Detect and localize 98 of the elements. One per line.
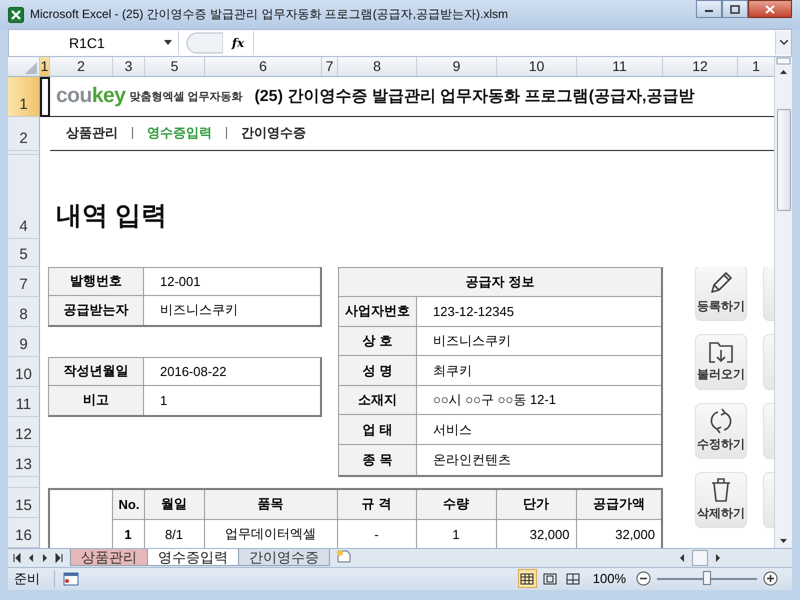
scroll-thumb[interactable]	[692, 550, 708, 566]
row-header[interactable]: 2	[8, 116, 40, 151]
row-header[interactable]: 10	[8, 356, 40, 387]
column-heading: No.	[112, 488, 144, 520]
first-sheet-icon[interactable]	[12, 552, 22, 563]
close-button[interactable]	[748, 0, 792, 18]
trash-icon	[710, 477, 732, 504]
field-value[interactable]: 비즈니스쿠키	[417, 326, 661, 356]
field-value[interactable]: 1	[144, 386, 320, 415]
field-value[interactable]: ○○시 ○○구 ○○동 12-1	[417, 386, 661, 416]
sheet-title: (25) 간이영수증 발급관리 업무자동화 프로그램(공급자,공급받	[254, 86, 694, 107]
field-value[interactable]: 온라인컨텐츠	[417, 445, 661, 475]
grid-icon	[520, 572, 534, 585]
close-icon	[765, 4, 775, 14]
field-value[interactable]: 비즈니스쿠키	[144, 296, 320, 325]
zoom-slider-thumb[interactable]	[703, 570, 711, 585]
section-heading: 내역 입력	[55, 198, 168, 232]
field-value[interactable]: 123-12-12345	[417, 297, 661, 327]
zoom-level[interactable]: 100%	[592, 571, 626, 586]
maximize-button[interactable]	[722, 0, 748, 18]
column-heading: 월일	[144, 488, 204, 520]
expand-button[interactable]	[775, 30, 791, 55]
field-label: 발행번호	[49, 268, 144, 296]
caret-icon	[164, 40, 172, 46]
maximize-icon	[730, 4, 740, 14]
logo: coukey	[56, 84, 126, 108]
row-header[interactable]: 12	[8, 416, 40, 447]
field-label: 공급받는자	[49, 296, 144, 325]
view-button[interactable]	[518, 569, 537, 588]
zoom-out-icon[interactable]	[636, 571, 651, 586]
column-header[interactable]: 7	[322, 56, 338, 76]
insert-function-button[interactable]: fx	[223, 36, 253, 50]
field-value[interactable]: 2016-08-22	[144, 358, 320, 386]
column-header[interactable]: 11	[577, 56, 663, 76]
macro-record-icon[interactable]	[63, 572, 79, 586]
action-button[interactable]: 불러오기	[695, 334, 747, 390]
column-header[interactable]: 12	[663, 56, 738, 76]
table-header: 공급자 정보	[339, 268, 661, 298]
field-label: 성 명	[339, 356, 417, 386]
column-header[interactable]: 1	[40, 56, 50, 76]
name-box[interactable]: R1C1	[9, 30, 179, 55]
column-header[interactable]: 10	[497, 56, 577, 76]
field-value[interactable]: 12-001	[144, 268, 320, 296]
column-header[interactable]: 2	[50, 56, 113, 76]
column-header[interactable]: 5	[145, 56, 205, 76]
field-label: 상 호	[339, 326, 417, 356]
column-header[interactable]: 3	[113, 56, 145, 76]
folder-arrow-icon	[707, 340, 735, 364]
row-header[interactable]: 8	[8, 296, 40, 327]
field-label: 비고	[49, 386, 144, 415]
status-text: 준비	[14, 570, 55, 588]
row-header[interactable]: 7	[8, 266, 40, 297]
sheet-tab[interactable]: 영수증입력	[147, 548, 239, 566]
action-button[interactable]: 삭제하기	[695, 472, 747, 528]
split-handle-icon[interactable]	[776, 56, 791, 65]
field-label: 종 목	[339, 445, 417, 475]
spreadsheet-icon	[8, 6, 24, 23]
page-icon	[543, 572, 558, 585]
minimize-button[interactable]	[696, 0, 722, 18]
nav-link[interactable]: 상품관리	[60, 127, 132, 140]
column-header[interactable]: 8	[338, 56, 417, 76]
column-header[interactable]: 9	[417, 56, 497, 76]
row-header[interactable]: 5	[8, 238, 40, 267]
window-title: Microsoft Excel - (25) 간이영수증 발급관리 업무자동화 프로그램(공급자,공급받는자).xlsm	[30, 6, 510, 24]
insert-sheet-icon[interactable]	[335, 548, 353, 563]
next-sheet-icon[interactable]	[40, 552, 50, 563]
last-sheet-icon[interactable]	[54, 552, 64, 563]
column-heading: 품목	[204, 488, 337, 520]
logo-tagline: 맞춤형엑셀 업무자동화	[129, 90, 242, 104]
cell-cursor	[40, 76, 50, 117]
row-header[interactable]: 11	[8, 386, 40, 417]
row-header[interactable]: 9	[8, 326, 40, 357]
field-label: 소재지	[339, 386, 417, 416]
column-header[interactable]: 6	[205, 56, 322, 76]
action-button[interactable]: 수정하기	[695, 402, 747, 459]
field-value[interactable]: 최쿠키	[417, 356, 661, 386]
page-break-icon	[566, 572, 580, 585]
caret-icon	[780, 40, 788, 46]
column-heading: 규 격	[337, 488, 416, 520]
zoom-in-icon[interactable]	[763, 571, 778, 586]
nav-link[interactable]: 간이영수증	[226, 127, 320, 140]
scroll-thumb[interactable]	[777, 108, 791, 211]
field-label: 업 태	[339, 415, 417, 445]
row-header[interactable]: 1	[8, 76, 40, 117]
row-header[interactable]: 13	[8, 446, 40, 477]
row-header[interactable]: 15	[8, 488, 40, 518]
column-heading: 공급가액	[576, 488, 662, 520]
field-value[interactable]: 서비스	[417, 415, 661, 445]
sheet-tab[interactable]: 간이영수증	[238, 548, 330, 566]
sheet-tab[interactable]: 상품관리	[70, 548, 148, 566]
nav-link[interactable]: 영수증입력	[132, 127, 226, 140]
row-header[interactable]: 4	[8, 154, 40, 239]
field-label: 사업자번호	[339, 297, 417, 327]
refresh-icon	[709, 408, 733, 434]
column-heading: 수량	[416, 488, 496, 520]
column-heading: 단가	[496, 488, 576, 520]
field-label: 작성년월일	[49, 358, 144, 386]
action-button[interactable]: 등록하기	[695, 266, 747, 321]
